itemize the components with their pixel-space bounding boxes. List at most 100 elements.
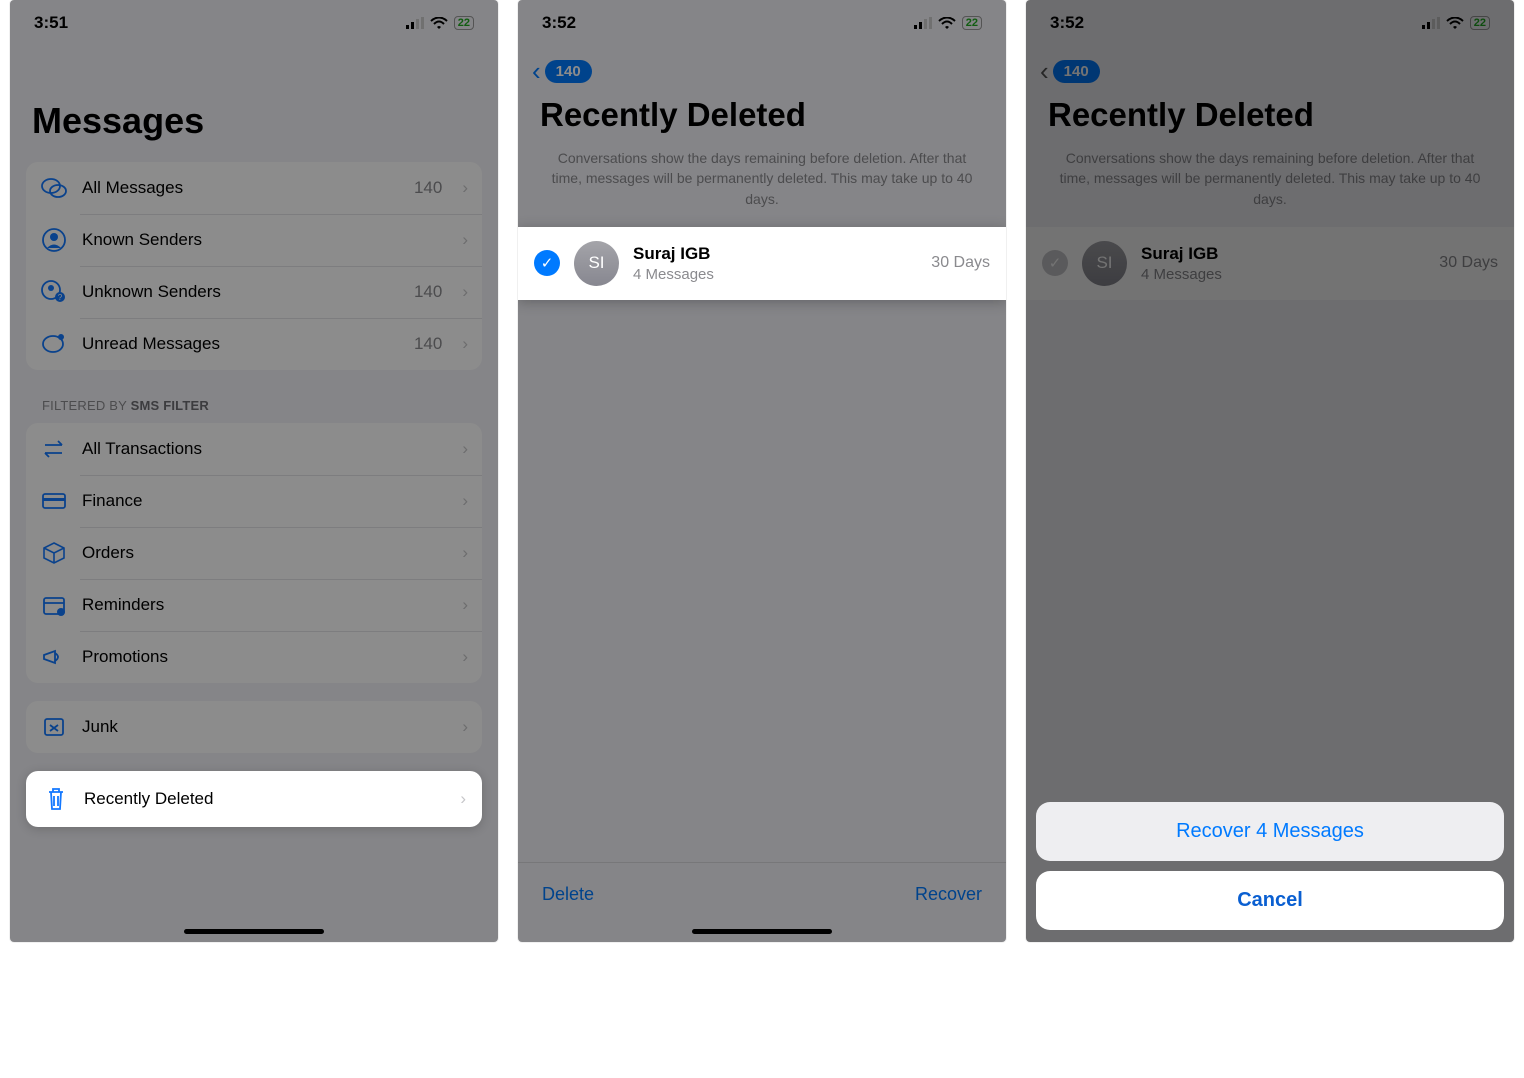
filter-unread-messages[interactable]: Unread Messages 140 › xyxy=(26,318,482,370)
megaphone-icon xyxy=(40,643,68,671)
junk-icon xyxy=(40,713,68,741)
category-promotions[interactable]: Promotions › xyxy=(26,631,482,683)
trash-icon xyxy=(42,785,70,813)
category-reminders[interactable]: Reminders › xyxy=(26,579,482,631)
battery-icon: 22 xyxy=(1470,16,1490,30)
filter-unknown-senders[interactable]: ? Unknown Senders 140 › xyxy=(26,266,482,318)
conversation-text: Suraj IGB 4 Messages xyxy=(633,244,917,283)
status-indicators: 22 xyxy=(914,16,982,30)
status-bar: 3:52 22 xyxy=(518,0,1006,46)
row-label: Finance xyxy=(82,491,448,511)
chat-bubbles-icon xyxy=(40,174,68,202)
days-left: 30 Days xyxy=(931,254,990,272)
screen-recently-deleted-select: 3:52 22 ‹ 140 Recently Deleted Conversat… xyxy=(518,0,1006,942)
chevron-right-icon: › xyxy=(460,789,466,809)
swap-icon xyxy=(40,435,68,463)
back-button[interactable]: ‹ 140 xyxy=(532,56,592,87)
conversation-row[interactable]: ✓ SI Suraj IGB 4 Messages 30 Days xyxy=(1026,227,1514,300)
row-label: Unread Messages xyxy=(82,334,400,354)
back-badge: 140 xyxy=(545,60,592,83)
page-title: Messages xyxy=(10,46,498,156)
category-group: All Transactions › Finance › Orders › Re… xyxy=(26,423,482,683)
chat-dot-icon xyxy=(40,330,68,358)
wifi-icon xyxy=(938,17,956,30)
status-indicators: 22 xyxy=(406,16,474,30)
chevron-right-icon: › xyxy=(462,334,468,354)
row-count: 140 xyxy=(414,178,442,198)
days-left: 30 Days xyxy=(1439,254,1498,272)
avatar: SI xyxy=(1082,241,1127,286)
checkmark-icon[interactable]: ✓ xyxy=(534,250,560,276)
screen-messages-filters: 3:51 22 Messages All Messages 140 › Know… xyxy=(10,0,498,942)
action-sheet: Recover 4 Messages Cancel xyxy=(1036,802,1504,930)
calendar-icon xyxy=(40,591,68,619)
row-label: Reminders xyxy=(82,595,448,615)
cancel-button[interactable]: Cancel xyxy=(1036,871,1504,930)
filter-all-messages[interactable]: All Messages 140 › xyxy=(26,162,482,214)
signal-icon xyxy=(406,17,424,29)
category-orders[interactable]: Orders › xyxy=(26,527,482,579)
chevron-right-icon: › xyxy=(462,491,468,511)
status-time: 3:51 xyxy=(34,13,68,33)
home-indicator xyxy=(692,929,832,934)
battery-icon: 22 xyxy=(962,16,982,30)
wifi-icon xyxy=(430,17,448,30)
junk-group: Junk › xyxy=(26,701,482,753)
chevron-right-icon: › xyxy=(462,439,468,459)
filter-junk[interactable]: Junk › xyxy=(26,701,482,753)
row-label: Known Senders xyxy=(82,230,448,250)
chevron-left-icon: ‹ xyxy=(532,56,541,87)
row-label: Recently Deleted xyxy=(84,789,446,809)
status-time: 3:52 xyxy=(542,13,576,33)
message-count: 4 Messages xyxy=(633,266,917,283)
message-count: 4 Messages xyxy=(1141,266,1425,283)
conversation-row[interactable]: ✓ SI Suraj IGB 4 Messages 30 Days xyxy=(518,227,1006,300)
chevron-right-icon: › xyxy=(462,282,468,302)
delete-button[interactable]: Delete xyxy=(542,884,594,905)
row-label: All Messages xyxy=(82,178,400,198)
avatar: SI xyxy=(574,241,619,286)
signal-icon xyxy=(1422,17,1440,29)
category-finance[interactable]: Finance › xyxy=(26,475,482,527)
battery-icon: 22 xyxy=(454,16,474,30)
section-heading: FILTERED BY SMS FILTER xyxy=(10,388,498,417)
recover-button[interactable]: Recover xyxy=(915,884,982,905)
conversation-text: Suraj IGB 4 Messages xyxy=(1141,244,1425,283)
back-badge: 140 xyxy=(1053,60,1100,83)
chevron-right-icon: › xyxy=(462,178,468,198)
person-icon xyxy=(40,226,68,254)
recover-messages-button[interactable]: Recover 4 Messages xyxy=(1036,802,1504,861)
status-time: 3:52 xyxy=(1050,13,1084,33)
row-label: Orders xyxy=(82,543,448,563)
contact-name: Suraj IGB xyxy=(633,244,917,264)
screen-recently-deleted-sheet: 3:52 22 ‹ 140 Recently Deleted Conversat… xyxy=(1026,0,1514,942)
status-bar: 3:51 22 xyxy=(10,0,498,46)
signal-icon xyxy=(914,17,932,29)
card-icon xyxy=(40,487,68,515)
row-label: Promotions xyxy=(82,647,448,667)
home-indicator xyxy=(184,929,324,934)
chevron-right-icon: › xyxy=(462,595,468,615)
person-question-icon: ? xyxy=(40,278,68,306)
filter-recently-deleted[interactable]: Recently Deleted › xyxy=(26,771,482,827)
box-icon xyxy=(40,539,68,567)
status-indicators: 22 xyxy=(1422,16,1490,30)
svg-text:?: ? xyxy=(58,293,63,302)
wifi-icon xyxy=(1446,17,1464,30)
chevron-left-icon: ‹ xyxy=(1040,56,1049,87)
checkmark-icon[interactable]: ✓ xyxy=(1042,250,1068,276)
contact-name: Suraj IGB xyxy=(1141,244,1425,264)
chevron-right-icon: › xyxy=(462,230,468,250)
filter-group: All Messages 140 › Known Senders › ? Unk… xyxy=(26,162,482,370)
status-bar: 3:52 22 xyxy=(1026,0,1514,46)
chevron-right-icon: › xyxy=(462,647,468,667)
chevron-right-icon: › xyxy=(462,717,468,737)
back-button[interactable]: ‹ 140 xyxy=(1040,56,1100,87)
row-label: Junk xyxy=(82,717,448,737)
deletion-info: Conversations show the days remaining be… xyxy=(1026,148,1514,227)
chevron-right-icon: › xyxy=(462,543,468,563)
category-all-transactions[interactable]: All Transactions › xyxy=(26,423,482,475)
filter-known-senders[interactable]: Known Senders › xyxy=(26,214,482,266)
row-count: 140 xyxy=(414,334,442,354)
row-label: Unknown Senders xyxy=(82,282,400,302)
